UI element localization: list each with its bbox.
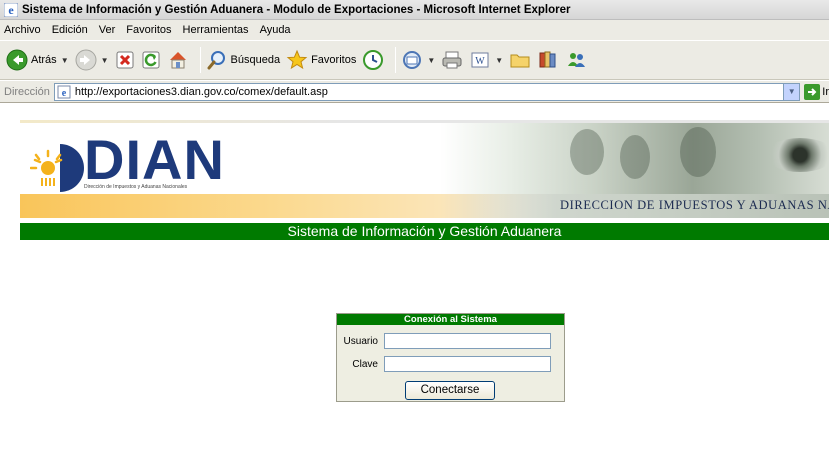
menu-favoritos[interactable]: Favoritos (126, 24, 171, 36)
login-heading: Conexión al Sistema (337, 314, 564, 325)
photo-figure (680, 127, 716, 177)
browser-toolbar: Atrás ▼ ▼ Búsqueda Favoritos ▼ W ▼ (0, 40, 829, 80)
go-button[interactable]: Ir (804, 83, 829, 100)
refresh-icon (142, 51, 160, 69)
research-button[interactable] (537, 49, 559, 71)
login-box: Conexión al Sistema Usuario Clave Conect… (336, 313, 565, 402)
svg-text:W: W (476, 56, 486, 67)
photo-figure (570, 129, 604, 175)
menu-edicion[interactable]: Edición (52, 24, 88, 36)
eye-image (765, 138, 829, 172)
user-input[interactable] (384, 333, 551, 349)
dian-tagline: DIRECCION DE IMPUESTOS Y ADUANAS NACIONA… (560, 198, 829, 212)
folder-icon (510, 54, 530, 68)
connect-button[interactable]: Conectarse (405, 381, 495, 400)
search-button[interactable]: Búsqueda (206, 49, 281, 71)
dian-sun-logo-icon (30, 144, 84, 192)
address-label: Dirección (4, 85, 50, 98)
page-icon: e (57, 85, 71, 99)
favorites-button[interactable]: Favoritos (286, 49, 356, 71)
home-icon (169, 52, 186, 69)
address-bar: Dirección e http://exportaciones3.dian.g… (0, 81, 829, 103)
menu-ver[interactable]: Ver (99, 24, 116, 36)
page-content: DIAN Dirección de Impuestos y Aduanas Na… (0, 104, 829, 458)
print-button[interactable] (441, 49, 463, 71)
history-icon (363, 50, 384, 70)
go-arrow-icon (804, 83, 821, 100)
user-label: Usuario (343, 335, 378, 347)
system-title-bar: Sistema de Información y Gestión Aduaner… (20, 223, 829, 240)
chevron-down-icon[interactable]: ▼ (495, 56, 503, 65)
mail-icon (403, 51, 422, 69)
chevron-down-icon[interactable]: ▼ (101, 56, 109, 65)
research-books-icon (539, 51, 556, 68)
menu-herramientas[interactable]: Herramientas (183, 24, 249, 36)
chevron-down-icon[interactable]: ▼ (427, 56, 435, 65)
password-label: Clave (352, 358, 378, 370)
menu-bar: Archivo Edición Ver Favoritos Herramient… (0, 20, 829, 40)
internet-explorer-icon: e (4, 2, 18, 17)
chevron-down-icon[interactable]: ▼ (61, 56, 69, 65)
star-icon (286, 49, 308, 70)
chevron-down-icon[interactable]: ▼ (783, 83, 800, 100)
favorites-label: Favoritos (311, 54, 357, 66)
user-row: Usuario (337, 332, 564, 350)
svg-text:e: e (62, 88, 67, 99)
password-input[interactable] (384, 356, 551, 372)
refresh-button[interactable] (141, 50, 161, 70)
history-button[interactable] (362, 49, 384, 71)
dian-banner: DIAN Dirección de Impuestos y Aduanas Na… (20, 120, 829, 218)
mail-button[interactable]: ▼ (401, 49, 435, 71)
window-titlebar: e Sistema de Información y Gestión Aduan… (0, 0, 829, 20)
stop-icon (116, 51, 134, 69)
svg-text:e: e (8, 3, 14, 17)
discuss-button[interactable] (509, 49, 531, 71)
messenger-icon (568, 53, 586, 67)
search-icon (207, 51, 225, 70)
dian-logo-text: DIAN (84, 128, 225, 191)
search-label: Búsqueda (230, 54, 281, 66)
word-edit-icon: W (471, 52, 489, 68)
back-label: Atrás (31, 54, 57, 66)
home-button[interactable] (167, 49, 189, 71)
toolbar-separator (395, 47, 397, 73)
photo-figure (620, 135, 650, 179)
address-input[interactable]: e http://exportaciones3.dian.gov.co/come… (53, 82, 801, 101)
password-row: Clave (337, 355, 564, 373)
stop-button[interactable] (115, 50, 135, 70)
address-url: http://exportaciones3.dian.gov.co/comex/… (74, 85, 328, 98)
window-title: Sistema de Información y Gestión Aduaner… (22, 3, 571, 16)
edit-button[interactable]: W ▼ (469, 49, 503, 71)
menu-ayuda[interactable]: Ayuda (260, 24, 291, 36)
back-arrow-icon (6, 49, 28, 71)
menu-archivo[interactable]: Archivo (4, 24, 41, 36)
go-label: Ir (822, 85, 829, 98)
back-button[interactable]: Atrás ▼ (6, 49, 69, 71)
dian-logo-subtitle: Dirección de Impuestos y Aduanas Naciona… (84, 184, 188, 190)
messenger-button[interactable] (565, 49, 587, 71)
printer-icon (442, 51, 462, 69)
forward-arrow-icon (75, 49, 97, 71)
toolbar-separator (199, 47, 201, 73)
forward-button[interactable]: ▼ (75, 49, 109, 71)
